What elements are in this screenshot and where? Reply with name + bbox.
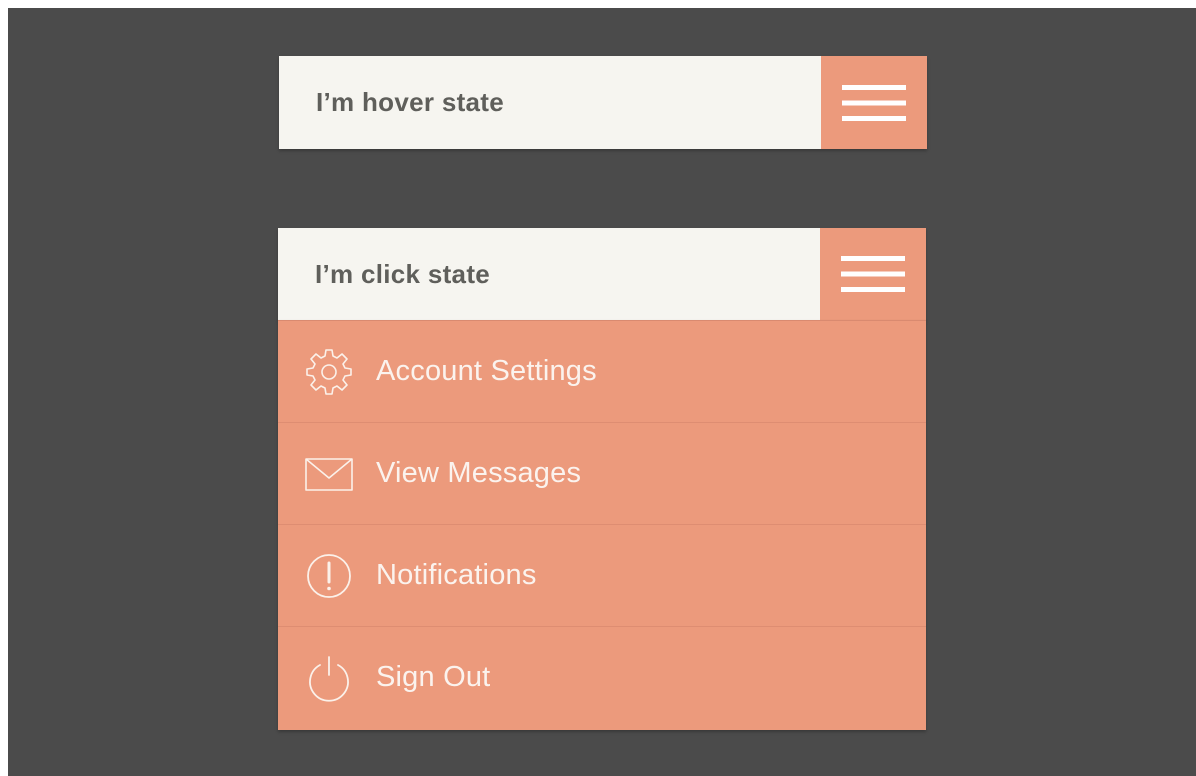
power-icon	[304, 653, 354, 703]
envelope-icon	[304, 449, 354, 499]
gear-icon	[304, 347, 354, 397]
menu-item-label: Notifications	[376, 559, 537, 591]
menu-item-label: Account Settings	[376, 355, 597, 387]
hamburger-icon	[841, 256, 905, 292]
exclamation-icon	[304, 551, 354, 601]
hover-menu-button[interactable]	[821, 56, 927, 149]
hover-state-bar: I’m hover state	[279, 56, 927, 149]
click-menu-button[interactable]	[820, 228, 926, 320]
menu-item-view-messages[interactable]: View Messages	[278, 422, 926, 524]
click-state-label: I’m click state	[315, 258, 491, 289]
menu-item-notifications[interactable]: Notifications	[278, 524, 926, 626]
hamburger-icon	[842, 84, 906, 121]
hover-state-label: I’m hover state	[316, 87, 505, 117]
menu-item-label: View Messages	[376, 457, 582, 489]
menu-item-account-settings[interactable]: Account Settings	[278, 320, 926, 422]
menu-item-sign-out[interactable]: Sign Out	[278, 626, 926, 728]
dropdown-menu: Account Settings View Messages Notificat…	[278, 320, 926, 730]
click-state-bar: I’m click state	[278, 228, 926, 320]
menu-item-label: Sign Out	[376, 661, 491, 693]
